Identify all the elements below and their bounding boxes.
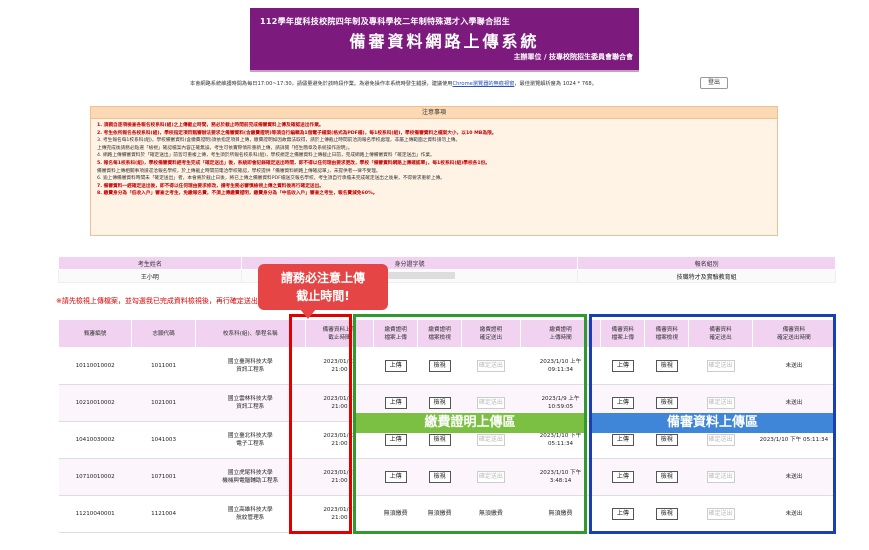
header-banner: 112學年度科技校院四年制及專科學校二年制特殊選才入學聯合招生 備審資料網路上傳… (250, 8, 639, 70)
deadline-highlight-box (289, 314, 352, 534)
notes-item: 2. 考生依所報名各校系科(組)，學校指定項目甄審辦法要求之備審資料(含繳費證明… (97, 130, 497, 136)
organizer-label: 主辦單位 / 技專校院招生委員會聯合會 (513, 53, 633, 61)
notice-text-after: ，最佳瀏覽解析度為 1024 * 768。 (514, 81, 597, 87)
notes-item: 5. 報名每1校系科(組)，學校備審資料經考生完成「確定送出」後，系統即會記錄確… (97, 160, 490, 166)
notes-item: 6. 逾上傳備審資料時間未「確定送出」者，本會將於截止日後，將已上傳之備審資料P… (97, 176, 445, 182)
exam-id: 11210040001 (75, 511, 115, 517)
notes-heading: 注意事項 (91, 107, 777, 119)
system-title: 備審資料網路上傳系統 (349, 32, 540, 51)
exam-id: 10410030002 (75, 437, 115, 443)
notes-list: 1. 須親自逐項檢查各報名校系科(組)之上傳截止時間，務必於截止時間前完成備審資… (91, 119, 777, 198)
deadline-callout: 請務必注意上傳 截止時間! (258, 264, 388, 310)
header-applicant-name: 考生姓名 (58, 256, 242, 270)
school-name: 國立高雄科技大學 (227, 507, 273, 513)
page: 112學年度科技校院四年制及專科學校二年制特殊選才入學聯合招生 備審資料網路上傳… (0, 0, 869, 550)
documents-zone-label: 備審資料上傳區 (592, 413, 833, 433)
notes-item: 上傳完成後請務必點選「檢視」確認檔案內容正確無誤，考生可依實際情形重新上傳，請詳… (97, 145, 353, 151)
school-name: 國立虎尾科技大學 (227, 470, 273, 476)
choice-code: 1121004 (151, 511, 177, 517)
cell-id: 10110010002 (58, 347, 132, 385)
cell-code: 1011001 (131, 347, 196, 385)
callout-line-1: 請務必注意上傳 (280, 271, 365, 285)
notes-item: 1. 須親自逐項檢查各報名校系科(組)之上傳截止時間，務必於截止時間前完成備審資… (97, 123, 324, 128)
exam-id: 10710010002 (75, 474, 115, 480)
applicant-name: 王小明 (58, 269, 242, 283)
maintenance-notice: 本會網路系統維護時間為每日17:00~17:30，請儘量避免於該時段作業。為避免… (190, 80, 597, 87)
header-group: 報名組別 (577, 256, 836, 270)
cell-id: 11210040001 (58, 495, 132, 533)
banner-divider (250, 70, 639, 72)
logout-button[interactable]: 登出 (700, 77, 728, 89)
applicant-group: 技職特才及實驗教育組 (577, 269, 836, 283)
school-name: 國立雲林科技大學 (227, 396, 273, 402)
notes-item: 4. 網路上傳備審資料於「確定送出」前皆可重複上傳，考生須於所報名校系科(組)，… (97, 153, 435, 159)
cell-id: 10210010002 (58, 384, 132, 422)
cell-code: 1121004 (131, 495, 196, 533)
notes-item: 3. 考生報名每1校系科(組)，學校備審資料(含繳費證明)須依指定項目上傳，繳費… (97, 138, 461, 144)
cell-code: 1021001 (131, 384, 196, 422)
department-name: 資訊工程系 (236, 367, 265, 373)
school-name: 國立臺灣科技大學 (227, 359, 273, 365)
choice-code: 1071001 (151, 474, 177, 480)
column-header: 甄審編號 (57, 319, 133, 348)
choice-code: 1021001 (151, 400, 177, 406)
callout-line-2: 截止時間! (296, 289, 350, 303)
chrome-incognito-link[interactable]: Chrome瀏覽器的無痕視窗 (453, 81, 515, 87)
choice-code: 1041003 (151, 437, 177, 443)
cell-id: 10710010002 (58, 458, 132, 496)
applicant-info-table: 考生姓名 身分證字號 報名組別 王小明 技職特才及實驗教育組 (58, 256, 836, 283)
cell-code: 1041003 (131, 421, 196, 459)
exam-subtitle: 112學年度科技校院四年制及專科學校二年制特殊選才入學聯合招生 (260, 17, 510, 26)
exam-id: 10210010002 (75, 400, 115, 406)
choice-code: 1011001 (151, 363, 177, 369)
notes-item: 8. 繳費身分為「低收入戶」審查之考生，免繳報名費，不須上傳繳費證明，繳費身分為… (97, 191, 378, 197)
exam-id: 10110010002 (75, 363, 115, 369)
notes-panel: 注意事項 1. 須親自逐項檢查各報名校系科(組)之上傳截止時間，務必於截止時間前… (90, 106, 778, 236)
department-name: 電子工程系 (236, 441, 265, 447)
review-warning: ※請先檢視上傳檔案，並勾選我已完成資料檢視後，再行確定送出。 (56, 297, 265, 305)
callout-pointer (300, 309, 316, 319)
school-name: 國立臺北科技大學 (227, 433, 273, 439)
notice-text-before: 本會網路系統維護時間為每日17:00~17:30，請儘量避免於該時段作業。為避免… (190, 81, 453, 87)
notes-item: 備審資料上傳相關事項請逕洽報名學校，於上傳截止時間前電洽學校確認，學校提供「備審… (97, 168, 381, 174)
notes-item: 7. 備審資料一經確定送出後，即不得以任何理由要求修改，請考生務必審慎檢視上傳之… (97, 183, 324, 189)
department-name: 資訊工程系 (236, 404, 265, 410)
cell-id: 10410030002 (58, 421, 132, 459)
column-header: 志願代碼 (131, 319, 196, 348)
department-name: 航紋管理系 (236, 515, 265, 521)
payment-zone-label: 繳費證明上傳區 (356, 413, 584, 433)
cell-code: 1071001 (131, 458, 196, 496)
department-name: 機械與電腦輔助工程系 (222, 478, 279, 484)
